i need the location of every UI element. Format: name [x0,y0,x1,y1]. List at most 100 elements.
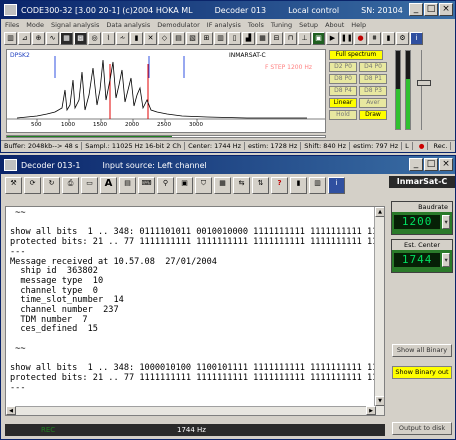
grid-tool-icon[interactable]: ▤ [172,31,185,45]
menu-tuning[interactable]: Tuning [271,21,292,29]
baudrate-dropdown-icon[interactable]: ▾ [442,215,450,229]
color-grid-icon[interactable]: ▦ [214,176,231,194]
scroll-down-icon[interactable]: ▼ [375,396,384,406]
aver-button[interactable]: Aver [359,98,387,108]
help-icon[interactable]: ? [271,176,288,194]
decoder-minimize-button[interactable]: _ [409,158,423,171]
decoder-info-icon[interactable]: i [328,176,345,194]
zoom-tool-icon[interactable]: ⊕ [32,31,45,45]
menu-demodulator[interactable]: Demodulator [157,21,200,29]
output-to-disk-button[interactable]: Output to disk [392,422,452,435]
meter-icon[interactable]: ▥ [309,176,326,194]
font-icon[interactable]: A [100,176,117,194]
level-tool-icon[interactable]: ▯ [228,31,241,45]
scroll-up-icon[interactable]: ▲ [375,207,384,217]
menu-setup[interactable]: Setup [299,21,318,29]
diamond-tool-icon[interactable]: ◇ [158,31,171,45]
d8-p3-button[interactable]: D8 P3 [359,86,387,96]
mixer-tool-icon[interactable]: ⩩ [368,31,381,45]
fft-tool-icon[interactable]: ⊥ [298,31,311,45]
txt-icon[interactable]: ▭ [81,176,98,194]
decoder-text-output[interactable]: ~~ show all bits 1 .. 348: 0111101011 00… [5,206,385,416]
binoculars-icon[interactable]: ⚲ [157,176,174,194]
decoder-maximize-button[interactable]: □ [424,158,438,171]
show-binary-out-button[interactable]: Show Binary out [392,366,452,379]
pause-button[interactable]: ❚❚ [340,31,353,45]
pulse-tool-icon[interactable]: ⊓ [284,31,297,45]
settings-tool-icon[interactable]: ⚙ [396,31,409,45]
d8-p4-button[interactable]: D8 P4 [329,86,357,96]
est-center-value: 1744 [394,253,441,267]
show-all-binary-button[interactable]: Show all Binary [392,344,452,357]
status-rec[interactable]: ● Rec. [413,142,455,150]
spectrum-tool-icon[interactable]: ▥ [4,31,17,45]
d8-p0-button[interactable]: D8 P0 [329,74,357,84]
menu-if-analysis[interactable]: IF analysis [207,21,241,29]
menu-help[interactable]: Help [351,21,366,29]
refresh-icon[interactable]: ⟳ [24,176,41,194]
scan-tool-icon[interactable]: ⊟ [270,31,283,45]
bar-level-icon[interactable]: ▮ [290,176,307,194]
up-down-icon[interactable]: ⇅ [252,176,269,194]
menu-data-analysis[interactable]: Data analysis [106,21,150,29]
image-icon[interactable]: ▣ [176,176,193,194]
est-center-dropdown-icon[interactable]: ▾ [442,253,450,267]
full-spectrum-button[interactable]: Full spectrum [329,50,383,60]
reverse-icon[interactable]: ⇆ [233,176,250,194]
menu-signal-analysis[interactable]: Signal analysis [51,21,99,29]
phase-tool-icon[interactable]: ◎ [88,31,101,45]
waveform-tool-icon[interactable]: ∿ [46,31,59,45]
cross-tool-icon[interactable]: ✕ [144,31,157,45]
decoder-title-bar[interactable]: Decoder 013-1 Input source: Left channel… [1,156,455,174]
filter-tool-icon[interactable]: ⩪ [116,31,129,45]
green-display-icon[interactable]: ▣ [312,31,325,45]
spectrum-display[interactable]: DPSK2 INMARSAT-C F STEP 1200 Hz 500 1000… [6,49,326,133]
minimize-button[interactable]: _ [409,3,423,16]
linear-button[interactable]: Linear [329,98,357,108]
chart-tool-icon[interactable]: ⊿ [18,31,31,45]
decoder-tool-icon[interactable]: ⚒ [5,176,22,194]
layers-tool-icon[interactable]: ▧ [186,31,199,45]
level-meter-icon[interactable]: ▮ [382,31,395,45]
cycle-icon[interactable]: ↻ [43,176,60,194]
menu-mode[interactable]: Mode [26,21,44,29]
play-button[interactable]: ▶ [326,31,339,45]
d2-p0-button[interactable]: D2 P0 [329,62,357,72]
stripes-tool-icon[interactable]: ▥ [214,31,227,45]
hold-button[interactable]: Hold [329,110,357,120]
bars-tool-icon[interactable]: ▮ [130,31,143,45]
sonagram-tool-icon[interactable]: ▩ [74,31,87,45]
gain-slider-thumb[interactable] [417,80,431,86]
d8-p1-button[interactable]: D8 P1 [359,74,387,84]
keyboard-icon[interactable]: ⌨ [138,176,155,194]
menu-tools[interactable]: Tools [248,21,264,29]
scroll-left-icon[interactable]: ◀ [6,406,16,415]
decoder-close-button[interactable]: × [439,158,453,171]
text-vertical-scrollbar[interactable]: ▲ ▼ [374,207,384,415]
stats-tool-icon[interactable]: ▦ [256,31,269,45]
main-title-decoder: Decoder 013 [214,5,267,15]
draw-button[interactable]: Draw [359,110,387,120]
freq-tick: 2500 [157,122,171,128]
main-title-bar[interactable]: CODE300-32 [3.00 20-1] (c)2004 HOKA ML D… [1,1,455,19]
scroll-right-icon[interactable]: ▶ [366,406,376,415]
waterfall-tool-icon[interactable]: ▦ [60,31,73,45]
tune-tool-icon[interactable]: ⊞ [200,31,213,45]
d4-p0-button[interactable]: D4 P0 [359,62,387,72]
info-icon[interactable]: i [410,31,423,45]
freq-tick: 1500 [93,122,107,128]
close-button[interactable]: × [439,3,453,16]
histogram-tool-icon[interactable]: ▟ [242,31,255,45]
text-horizontal-scrollbar[interactable]: ◀ ▶ [6,406,376,415]
maximize-button[interactable]: □ [424,3,438,16]
gain-slider[interactable] [417,50,433,130]
menu-files[interactable]: Files [5,21,19,29]
book-icon[interactable]: ▤ [119,176,136,194]
est-center-label: Est. Center [392,240,452,250]
menu-about[interactable]: About [325,21,344,29]
decoder-text: ~~ show all bits 1 .. 348: 0111101011 00… [10,208,384,393]
record-button[interactable]: ● [354,31,367,45]
print-icon[interactable]: ⎙ [62,176,79,194]
scope-tool-icon[interactable]: ⌇ [102,31,115,45]
shield-icon[interactable]: ⛉ [195,176,212,194]
